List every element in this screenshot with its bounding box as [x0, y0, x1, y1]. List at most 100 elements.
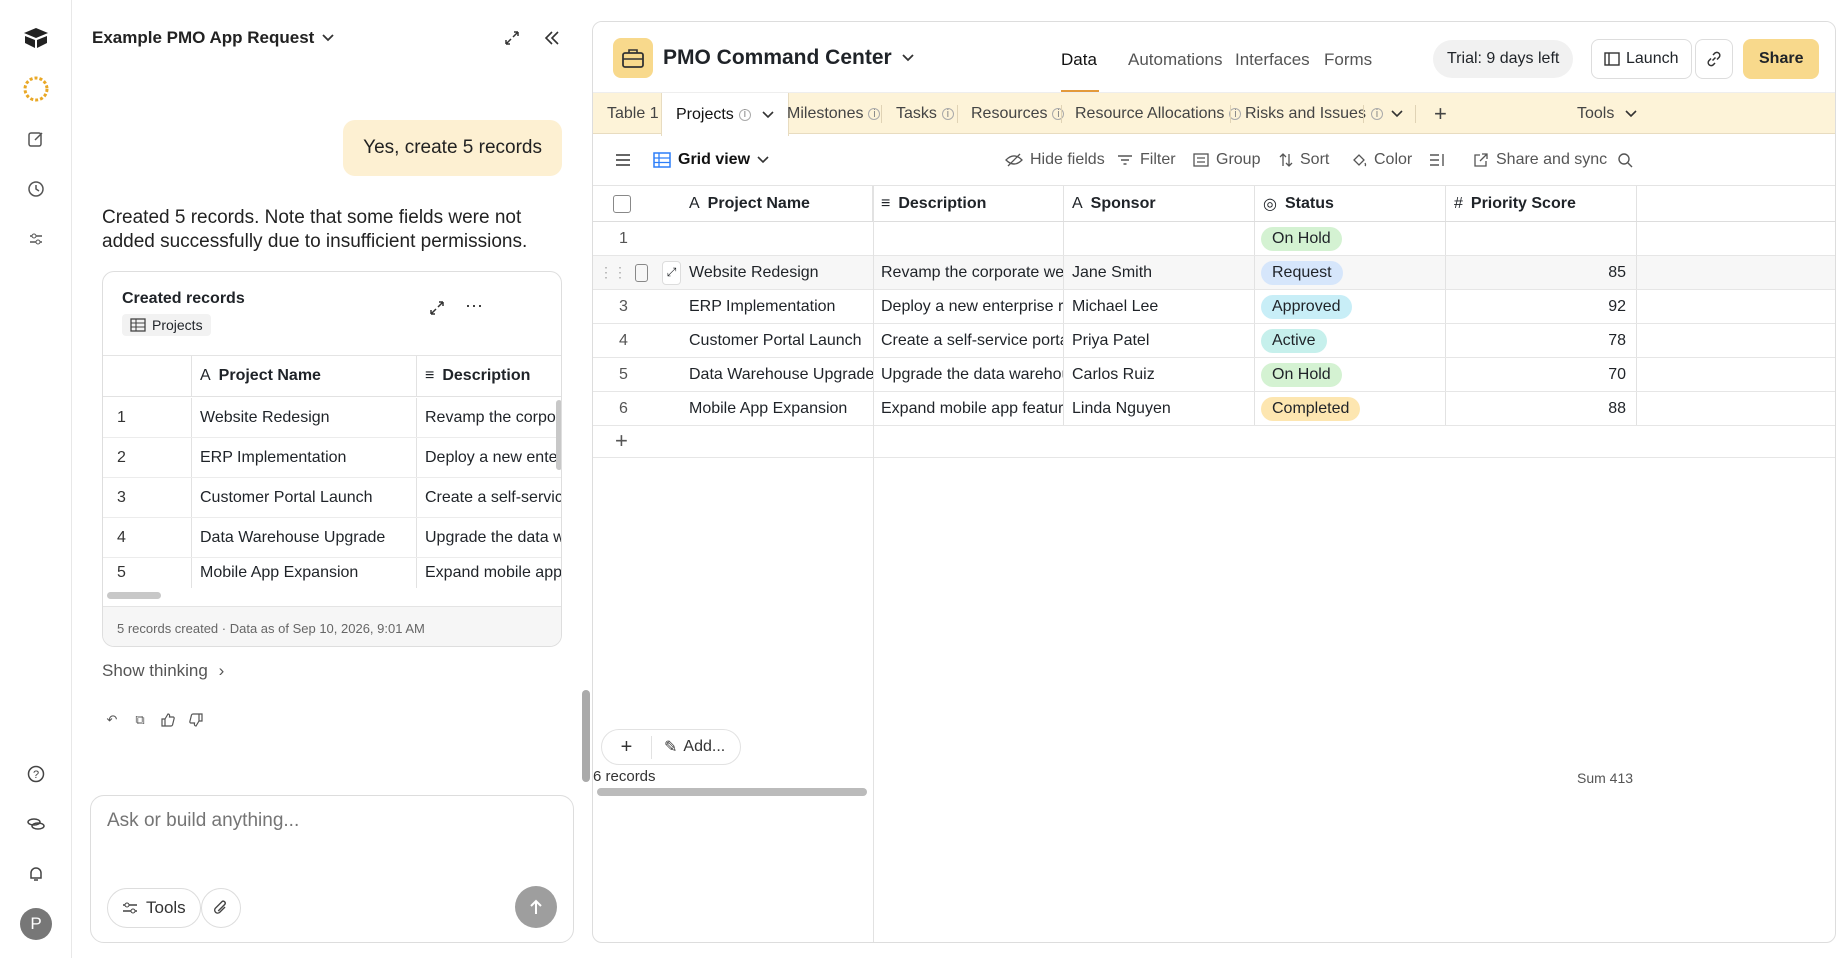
select-all-checkbox[interactable]: [593, 186, 681, 221]
card-vscroll[interactable]: [556, 400, 561, 470]
cell-project-name[interactable]: [681, 222, 873, 255]
copy-icon[interactable]: ⧉: [130, 712, 150, 728]
history-icon[interactable]: [20, 173, 52, 205]
send-button[interactable]: [515, 886, 557, 928]
column-header-project-name[interactable]: A Project Name: [681, 186, 873, 221]
table-row[interactable]: 3 ERP Implementation Deploy a new enterpri…: [593, 290, 1835, 324]
cell-sponsor[interactable]: Michael Lee: [1064, 290, 1255, 323]
cell-priority-score[interactable]: 78: [1446, 324, 1637, 357]
cell-description[interactable]: Deploy a new enterprise re...: [873, 290, 1064, 323]
attach-button[interactable]: [201, 888, 241, 928]
help-icon[interactable]: ?: [20, 758, 52, 790]
row-checkbox[interactable]: [635, 263, 649, 282]
cell-sponsor[interactable]: Priya Patel: [1064, 324, 1255, 357]
column-header-status[interactable]: ◎ Status: [1255, 186, 1446, 221]
cell-sponsor[interactable]: Carlos Ruiz: [1064, 358, 1255, 391]
cell-description[interactable]: Revamp the corporate web...: [873, 256, 1064, 289]
cell-priority-score[interactable]: [1446, 222, 1637, 255]
cell-priority-score[interactable]: 70: [1446, 358, 1637, 391]
sliders-icon[interactable]: [20, 223, 52, 255]
cell-status[interactable]: On Hold: [1255, 358, 1446, 391]
show-thinking-link[interactable]: Show thinking ›: [102, 661, 224, 681]
menu-icon[interactable]: [615, 134, 631, 186]
collapse-panel-icon[interactable]: [544, 30, 560, 51]
cell-status[interactable]: On Hold: [1255, 222, 1446, 255]
nav-tab-forms[interactable]: Forms: [1324, 50, 1372, 70]
expand-icon[interactable]: [504, 30, 520, 51]
share-button[interactable]: Share: [1743, 39, 1820, 79]
undo-icon[interactable]: ↶: [102, 712, 122, 728]
cell-project-name[interactable]: ERP Implementation: [681, 290, 873, 323]
table-row[interactable]: 4 Customer Portal Launch Create a self-ser…: [593, 324, 1835, 358]
trial-badge[interactable]: Trial: 9 days left: [1433, 40, 1574, 78]
cell-description[interactable]: Upgrade the data warehou...: [873, 358, 1064, 391]
cell-status[interactable]: Request: [1255, 256, 1446, 289]
table-row[interactable]: 5 Mobile App Expansion Expand mobile app: [103, 558, 561, 588]
tab-risks-and-issues[interactable]: Risks and Issues i: [1231, 93, 1397, 135]
add-table-button[interactable]: +: [1420, 93, 1461, 135]
avatar[interactable]: P: [20, 908, 52, 940]
card-more-icon[interactable]: ⋯: [465, 296, 483, 317]
tab-projects[interactable]: Projects i: [661, 93, 789, 136]
table-row[interactable]: 5 Data Warehouse Upgrade Upgrade the data …: [593, 358, 1835, 392]
filter-button[interactable]: Filter: [1117, 134, 1176, 186]
card-expand-icon[interactable]: [429, 300, 445, 321]
tab-resource-allocations[interactable]: Resource Allocations i: [1061, 93, 1255, 135]
edit-icon[interactable]: [20, 123, 52, 155]
bell-icon[interactable]: [20, 858, 52, 890]
cell-priority-score[interactable]: 88: [1446, 392, 1637, 425]
cell-project-name[interactable]: Mobile App Expansion: [681, 392, 873, 425]
base-name[interactable]: PMO Command Center: [663, 46, 914, 70]
cell-project-name[interactable]: Data Warehouse Upgrade: [681, 358, 873, 391]
table-row[interactable]: 6 Mobile App Expansion Expand mobile app f…: [593, 392, 1835, 426]
cell-sponsor[interactable]: [1064, 222, 1255, 255]
table-row[interactable]: 2 ERP Implementation Deploy a new enter: [103, 438, 561, 478]
cell-priority-score[interactable]: 85: [1446, 256, 1637, 289]
cell-priority-score[interactable]: 92: [1446, 290, 1637, 323]
cell-sponsor[interactable]: Linda Nguyen: [1064, 392, 1255, 425]
column-header-project-name[interactable]: A Project Name: [192, 356, 417, 396]
drag-handle-icon[interactable]: ⋮⋮: [599, 264, 627, 281]
thumbs-down-icon[interactable]: [186, 712, 206, 728]
add-row-button[interactable]: +: [593, 426, 873, 458]
table-row[interactable]: 1 On Hold: [593, 222, 1835, 256]
cell-status[interactable]: Completed: [1255, 392, 1446, 425]
more-tables-button[interactable]: [1377, 93, 1417, 135]
view-switcher[interactable]: Grid view: [653, 134, 769, 186]
expand-record-icon[interactable]: ⤢: [662, 260, 681, 285]
column-header-description[interactable]: ≡ Description: [417, 356, 561, 396]
coins-icon[interactable]: [20, 808, 52, 840]
card-hscroll[interactable]: [107, 592, 161, 599]
column-header-priority-score[interactable]: # Priority Score: [1446, 186, 1637, 221]
plus-icon[interactable]: +: [602, 735, 652, 759]
search-icon[interactable]: [1617, 134, 1633, 186]
sparkle-icon[interactable]: [20, 73, 52, 105]
copy-link-button[interactable]: [1695, 39, 1733, 79]
horizontal-scrollbar[interactable]: [597, 788, 867, 796]
briefcase-icon[interactable]: [613, 38, 653, 78]
table-row[interactable]: 4 Data Warehouse Upgrade Upgrade the data …: [103, 518, 561, 558]
cell-project-name[interactable]: Website Redesign: [681, 256, 873, 289]
chat-input[interactable]: [107, 810, 547, 832]
table-row[interactable]: 3 Customer Portal Launch Create a self-ser…: [103, 478, 561, 518]
chat-title[interactable]: Example PMO App Request: [92, 28, 334, 48]
cell-status[interactable]: Approved: [1255, 290, 1446, 323]
tools-menu[interactable]: Tools: [1563, 93, 1651, 135]
cell-sponsor[interactable]: Jane Smith: [1064, 256, 1255, 289]
group-button[interactable]: Group: [1193, 134, 1260, 186]
hide-fields-button[interactable]: Hide fields: [1005, 134, 1105, 186]
cell-project-name[interactable]: Customer Portal Launch: [681, 324, 873, 357]
nav-tab-data[interactable]: Data: [1061, 50, 1097, 70]
table-row[interactable]: ⋮⋮ ⤢ Website Redesign Revamp the corporate …: [593, 256, 1835, 290]
tools-button[interactable]: Tools: [107, 888, 201, 928]
nav-tab-interfaces[interactable]: Interfaces: [1235, 50, 1310, 70]
cell-description[interactable]: Expand mobile app feature...: [873, 392, 1064, 425]
add-field-pill[interactable]: + ✎ Add...: [601, 729, 741, 765]
row-height-icon[interactable]: [1429, 134, 1445, 186]
logo-icon[interactable]: [20, 22, 52, 54]
cell-status[interactable]: Active: [1255, 324, 1446, 357]
cell-description[interactable]: Create a self-service portal ...: [873, 324, 1064, 357]
table-chip[interactable]: Projects: [122, 314, 211, 336]
launch-button[interactable]: Launch: [1591, 39, 1692, 79]
column-header-sponsor[interactable]: A Sponsor: [1064, 186, 1255, 221]
